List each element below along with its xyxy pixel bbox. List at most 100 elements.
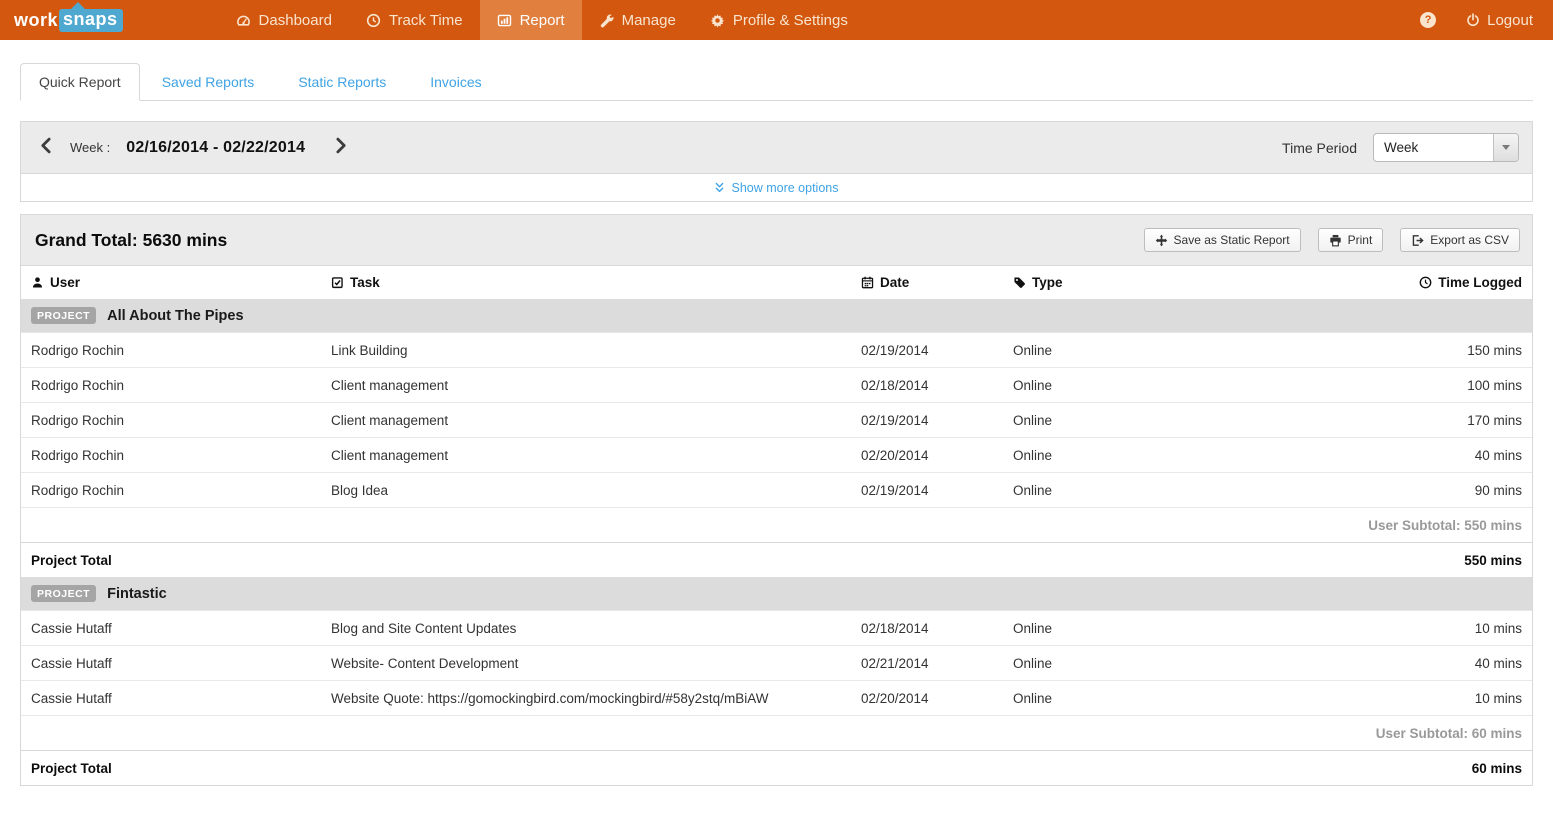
cell-type: Online — [1003, 438, 1273, 473]
previous-week-button[interactable] — [37, 135, 56, 161]
logo-text-work: work — [14, 10, 58, 31]
cell-date: 02/19/2014 — [851, 403, 1003, 438]
time-period-group: Time Period Week — [1282, 133, 1519, 162]
cell-time-logged: 10 mins — [1273, 611, 1532, 646]
power-icon — [1466, 13, 1480, 27]
report-header: Grand Total: 5630 mins Save as Static Re… — [21, 215, 1532, 266]
cell-date: 02/19/2014 — [851, 473, 1003, 508]
save-icon — [1155, 234, 1168, 247]
week-selector-bar: Week : 02/16/2014 - 02/22/2014 Time Peri… — [21, 122, 1532, 173]
cell-type: Online — [1003, 646, 1273, 681]
project-total-label: Project Total — [21, 543, 1273, 578]
nav-label: Dashboard — [259, 12, 332, 29]
user-icon — [31, 276, 44, 289]
top-navbar: work snaps Dashboard Track Time Report — [0, 0, 1553, 40]
table-row: Rodrigo RochinClient management02/19/201… — [21, 403, 1532, 438]
cell-task: Blog and Site Content Updates — [321, 611, 851, 646]
print-icon — [1329, 234, 1342, 247]
cell-date: 02/18/2014 — [851, 611, 1003, 646]
cell-type: Online — [1003, 403, 1273, 438]
user-subtotal-row: User Subtotal: 60 mins — [21, 716, 1532, 751]
tag-icon — [1013, 276, 1026, 289]
report-actions: Save as Static Report Print Export as CS… — [1144, 228, 1520, 252]
cell-time-logged: 40 mins — [1273, 438, 1532, 473]
chevron-right-icon — [333, 137, 348, 154]
date-range: 02/16/2014 - 02/22/2014 — [126, 139, 305, 157]
user-subtotal: User Subtotal: 550 mins — [21, 508, 1532, 543]
user-subtotal-row: User Subtotal: 550 mins — [21, 508, 1532, 543]
report-tabs: Quick Report Saved Reports Static Report… — [20, 63, 1533, 101]
cell-task: Client management — [321, 403, 851, 438]
project-total-label: Project Total — [21, 751, 1273, 786]
button-label: Save as Static Report — [1174, 233, 1290, 247]
project-name: Fintastic — [107, 586, 167, 602]
bar-chart-icon — [497, 13, 512, 28]
tab-static-reports[interactable]: Static Reports — [282, 64, 402, 100]
tab-saved-reports[interactable]: Saved Reports — [146, 64, 271, 100]
report-panel: Grand Total: 5630 mins Save as Static Re… — [20, 214, 1533, 786]
cell-time-logged: 90 mins — [1273, 473, 1532, 508]
logout-button[interactable]: Logout — [1466, 12, 1533, 29]
time-period-select[interactable]: Week — [1373, 133, 1519, 162]
cell-user: Cassie Hutaff — [21, 681, 321, 716]
wrench-icon — [599, 13, 614, 28]
project-badge: PROJECT — [31, 585, 96, 602]
clock-icon — [1419, 276, 1432, 289]
nav-item-manage[interactable]: Manage — [582, 0, 693, 40]
nav-item-track-time[interactable]: Track Time — [349, 0, 480, 40]
cell-time-logged: 40 mins — [1273, 646, 1532, 681]
calendar-icon — [861, 276, 874, 289]
tab-invoices[interactable]: Invoices — [414, 64, 497, 100]
column-header-user: User — [21, 266, 321, 299]
print-button[interactable]: Print — [1318, 228, 1384, 252]
button-label: Export as CSV — [1430, 233, 1509, 247]
save-as-static-report-button[interactable]: Save as Static Report — [1144, 228, 1301, 252]
project-header-cell: PROJECT Fintastic — [21, 577, 1532, 611]
chevron-down-icon — [1493, 134, 1518, 161]
table-row: Cassie HutaffBlog and Site Content Updat… — [21, 611, 1532, 646]
more-options-bar: Show more options — [21, 173, 1532, 201]
nav-item-profile-settings[interactable]: Profile & Settings — [693, 0, 865, 40]
cell-user: Cassie Hutaff — [21, 611, 321, 646]
project-total-row: Project Total60 mins — [21, 751, 1532, 786]
show-more-label: Show more options — [731, 181, 838, 195]
nav-label: Manage — [622, 12, 676, 29]
table-row: Cassie HutaffWebsite Quote: https://gomo… — [21, 681, 1532, 716]
cell-task: Blog Idea — [321, 473, 851, 508]
gear-icon — [710, 13, 725, 28]
week-label: Week : — [70, 140, 110, 155]
show-more-options-link[interactable]: Show more options — [714, 181, 838, 195]
cell-time-logged: 170 mins — [1273, 403, 1532, 438]
project-header-row: PROJECT Fintastic — [21, 577, 1532, 611]
project-total-row: Project Total550 mins — [21, 543, 1532, 578]
column-header-task: Task — [321, 266, 851, 299]
export-as-csv-button[interactable]: Export as CSV — [1400, 228, 1520, 252]
worksnaps-logo[interactable]: work snaps — [14, 0, 123, 40]
main-nav: Dashboard Track Time Report Manage Profi… — [219, 0, 865, 40]
cell-date: 02/20/2014 — [851, 681, 1003, 716]
cell-type: Online — [1003, 368, 1273, 403]
table-row: Rodrigo RochinClient management02/18/201… — [21, 368, 1532, 403]
cell-date: 02/21/2014 — [851, 646, 1003, 681]
next-week-button[interactable] — [331, 135, 350, 161]
table-row: Rodrigo RochinBlog Idea02/19/2014Online9… — [21, 473, 1532, 508]
question-circle-icon[interactable]: ? — [1420, 12, 1436, 28]
report-table: User Task Date — [21, 266, 1532, 785]
table-row: Rodrigo RochinLink Building02/19/2014Onl… — [21, 333, 1532, 368]
nav-item-dashboard[interactable]: Dashboard — [219, 0, 349, 40]
task-check-icon — [331, 276, 344, 289]
double-chevron-down-icon — [714, 182, 725, 193]
nav-item-report[interactable]: Report — [480, 0, 582, 40]
project-section: PROJECT Fintastic Cassie HutaffBlog and Si… — [21, 577, 1532, 785]
cell-time-logged: 10 mins — [1273, 681, 1532, 716]
dashboard-icon — [236, 13, 251, 28]
cell-user: Rodrigo Rochin — [21, 473, 321, 508]
nav-label: Report — [520, 12, 565, 29]
nav-right-group: ? Logout — [1420, 0, 1533, 40]
export-icon — [1411, 234, 1424, 247]
cell-task: Client management — [321, 438, 851, 473]
table-row: Rodrigo RochinClient management02/20/201… — [21, 438, 1532, 473]
tab-quick-report[interactable]: Quick Report — [20, 63, 140, 101]
cell-time-logged: 150 mins — [1273, 333, 1532, 368]
cell-user: Rodrigo Rochin — [21, 438, 321, 473]
